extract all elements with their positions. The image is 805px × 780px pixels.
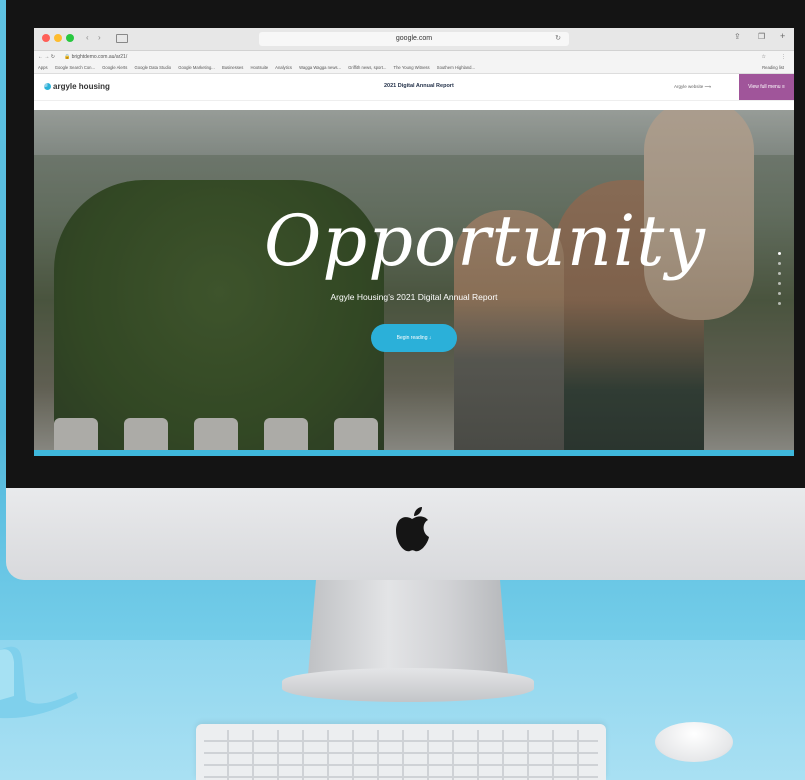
- hero-subtitle: Argyle Housing’s 2021 Digital Annual Rep…: [330, 292, 498, 302]
- begin-reading-button[interactable]: Begin reading ↓: [371, 324, 457, 352]
- new-tab-icon[interactable]: +: [780, 31, 785, 41]
- section-dot[interactable]: [778, 262, 781, 265]
- apple-logo-icon: [396, 507, 429, 552]
- section-dot[interactable]: [778, 302, 781, 305]
- bookmark[interactable]: Google Alerts: [102, 65, 127, 70]
- menu-label: View full menu: [748, 84, 781, 90]
- logo-icon: [44, 83, 51, 90]
- header-title: 2021 Digital Annual Report: [384, 83, 454, 89]
- minimize-button[interactable]: [54, 34, 62, 42]
- bookmark[interactable]: Griffith news, sport...: [348, 65, 386, 70]
- nav-arrows-icon[interactable]: ← → ↻: [38, 51, 55, 63]
- bookmark[interactable]: Southern Highland...: [437, 65, 475, 70]
- view-full-menu-button[interactable]: View full menu ≡: [739, 74, 794, 100]
- url-text: google.com: [395, 35, 433, 42]
- arrow-right-icon: ⟶: [704, 84, 711, 89]
- arrow-down-icon: ↓: [428, 335, 432, 341]
- bookmarks-bar: Apps Google Search Con... Google Alerts …: [34, 63, 794, 74]
- address-row: ← → ↻ 🔒 brightdemo.com.au/ar21/ ☆ ⋮: [34, 51, 794, 63]
- toy-horse: [0, 646, 78, 719]
- bookmark[interactable]: Analytics: [275, 65, 292, 70]
- argyle-website-link[interactable]: Argyle website ⟶: [674, 84, 711, 90]
- tabs-icon[interactable]: ❐: [758, 32, 765, 41]
- bookmark[interactable]: Hootsuite: [251, 65, 269, 70]
- hero-headline: Opportunity: [264, 200, 706, 282]
- mouse: [655, 722, 733, 762]
- bookmark[interactable]: Businesses: [222, 65, 243, 70]
- lock-icon: 🔒: [64, 54, 71, 60]
- bookmark[interactable]: The Young Witness: [394, 65, 430, 70]
- section-nav: [778, 245, 784, 312]
- begin-reading-label: Begin reading: [396, 335, 428, 341]
- imac-stand: [308, 580, 508, 675]
- section-dot[interactable]: [778, 272, 781, 275]
- home-dot-icon[interactable]: [778, 252, 781, 255]
- reload-icon[interactable]: ↻: [555, 32, 561, 46]
- bookmark-apps[interactable]: Apps: [38, 65, 48, 70]
- star-icon[interactable]: ☆: [762, 51, 766, 63]
- browser-titlebar: ‹ › google.com ↻ ⇪ ❐ +: [34, 28, 794, 51]
- forward-icon[interactable]: ›: [98, 33, 101, 42]
- zoom-button[interactable]: [66, 34, 74, 42]
- hero-accent-bar: [34, 450, 794, 456]
- keyboard: [196, 724, 606, 780]
- hero-overlay: [34, 110, 794, 456]
- back-icon[interactable]: ‹: [86, 33, 89, 42]
- address-text[interactable]: brightdemo.com.au/ar21/: [72, 54, 128, 60]
- sidebar-icon[interactable]: [116, 34, 128, 43]
- bookmark[interactable]: Google Data Studio: [134, 65, 171, 70]
- site-logo[interactable]: argyle housing: [44, 82, 110, 91]
- close-button[interactable]: [42, 34, 50, 42]
- argyle-website-label: Argyle website: [674, 84, 704, 89]
- bookmark[interactable]: Google Marketing...: [178, 65, 215, 70]
- url-bar[interactable]: google.com ↻: [259, 32, 569, 46]
- logo-text: argyle housing: [53, 82, 110, 91]
- reading-list[interactable]: Reading list: [762, 63, 784, 73]
- bookmark[interactable]: Google Search Con...: [55, 65, 95, 70]
- hero-section: Opportunity Argyle Housing’s 2021 Digita…: [34, 110, 794, 456]
- section-dot[interactable]: [778, 282, 781, 285]
- section-dot[interactable]: [778, 292, 781, 295]
- hamburger-icon: ≡: [781, 84, 785, 90]
- screen: ‹ › google.com ↻ ⇪ ❐ + ← → ↻ 🔒 brightdemo…: [34, 28, 794, 456]
- bookmark[interactable]: Wagga Wagga news...: [299, 65, 341, 70]
- share-icon[interactable]: ⇪: [734, 32, 741, 41]
- site-header: argyle housing 2021 Digital Annual Repor…: [34, 74, 794, 101]
- more-icon[interactable]: ⋮: [781, 51, 786, 63]
- imac-foot: [282, 668, 534, 702]
